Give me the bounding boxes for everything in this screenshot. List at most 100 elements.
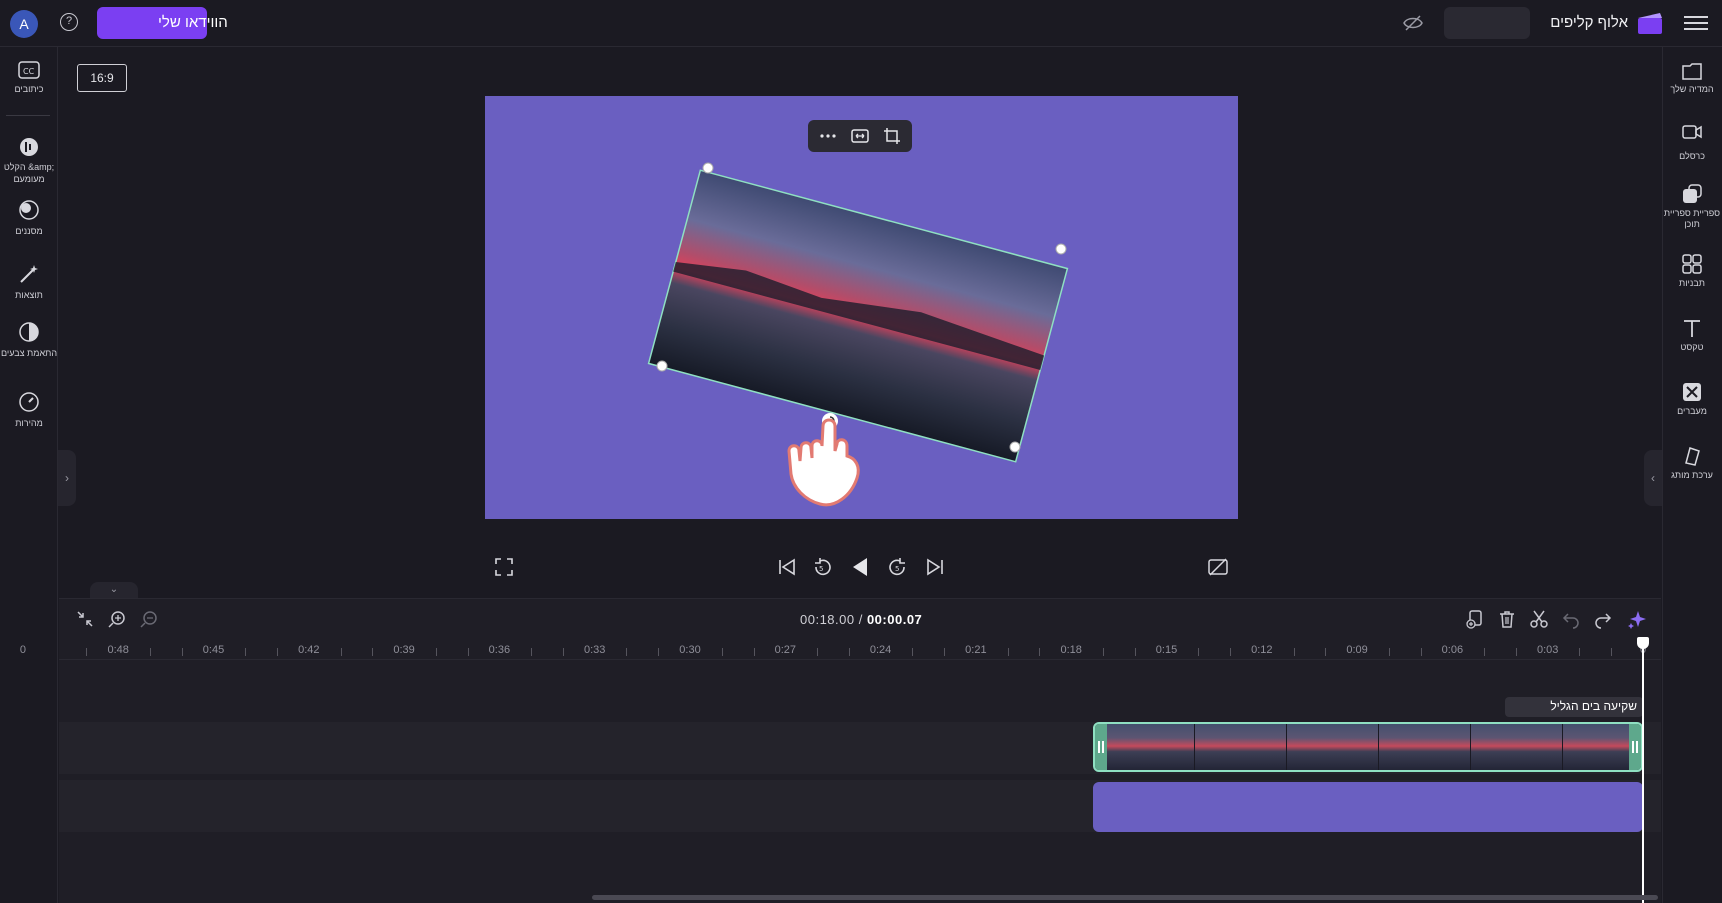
fit-timeline-icon[interactable]: [75, 609, 95, 629]
resize-handle-bottom-right[interactable]: [1009, 441, 1021, 453]
forward-5-icon[interactable]: 5: [887, 556, 909, 578]
sidebar-item-speed[interactable]: מהירות: [0, 391, 58, 429]
ruler-minor-tick: [1611, 648, 1613, 656]
more-options-icon[interactable]: [818, 126, 838, 146]
play-icon[interactable]: [849, 556, 871, 578]
fullscreen-icon[interactable]: [493, 556, 515, 578]
ruler-minor-tick: [340, 648, 342, 656]
ruler-minor-tick: [1325, 648, 1327, 656]
ruler-tick-label: 0:36: [488, 644, 511, 656]
ai-sparkle-icon[interactable]: [1627, 609, 1647, 629]
ruler-tick-label: 0:21: [965, 644, 987, 656]
playhead[interactable]: [1642, 640, 1644, 903]
top-bar: אלוף קליפים הווידאו שלי ? A: [0, 0, 1722, 47]
sidebar-item-brand-kit[interactable]: ערכת מותג: [1662, 445, 1722, 481]
ruler-tick-label: 0: [19, 644, 26, 656]
timeline-scrollbar[interactable]: [592, 895, 1658, 900]
total-duration: 00:18.00: [800, 612, 855, 627]
ruler-tick-label: 0:09: [1346, 644, 1368, 656]
sidebar-item-label: תוצאות: [15, 290, 43, 300]
video-editor: אלוף קליפים הווידאו שלי ? A CC כיתובים ה…: [0, 0, 1722, 903]
right-panel-expand-button[interactable]: ‹: [1644, 450, 1662, 506]
sidebar-item-filters[interactable]: מסננים: [0, 199, 58, 237]
add-media-icon[interactable]: [1465, 609, 1485, 629]
ruler-tick-label: 0:33: [583, 644, 606, 656]
zoom-out-icon[interactable]: [139, 609, 159, 629]
sidebar-item-text[interactable]: טקסט: [1662, 317, 1722, 353]
clip-thumbnail: [1379, 724, 1471, 770]
filters-icon: [19, 200, 39, 220]
sidebar-item-your-media[interactable]: המדיה שלך: [1662, 61, 1722, 95]
sidebar-item-label: הקלט &amp; מעומעם: [3, 162, 55, 184]
undo-icon[interactable]: [1561, 609, 1581, 629]
fit-icon[interactable]: [850, 126, 870, 146]
left-panel-expand-button[interactable]: ›: [58, 450, 76, 506]
sidebar-item-color[interactable]: התאמת צבעים: [0, 321, 58, 359]
ruler-tick-label: 0:27: [774, 644, 797, 656]
clip-trim-handle-left[interactable]: [1095, 724, 1107, 770]
ruler-minor-tick: [912, 648, 914, 656]
background-color-clip[interactable]: [1093, 782, 1643, 832]
right-sidebar: המדיה שלך כרסלם ספריית ספריית תוכן תבניו…: [1662, 47, 1722, 903]
your-media-icon: [1682, 63, 1702, 80]
sidebar-item-content-library[interactable]: ספריית ספריית תוכן: [1662, 183, 1722, 230]
ruler-tick-label: 0:24: [869, 644, 892, 656]
aspect-ratio-button[interactable]: 16:9: [77, 64, 127, 92]
ruler-minor-tick: [149, 648, 151, 656]
current-time: 00:00.07: [866, 612, 923, 627]
app-name[interactable]: אלוף קליפים: [1550, 14, 1628, 31]
resize-handle-top-right[interactable]: [1055, 243, 1067, 255]
timecode-separator: /: [854, 612, 867, 627]
svg-text:5: 5: [819, 565, 823, 573]
sidebar-item-label: כרסלם: [1679, 151, 1705, 161]
sidebar-item-effects[interactable]: תוצאות: [0, 263, 58, 301]
help-icon[interactable]: ?: [60, 13, 78, 31]
sidebar-item-record[interactable]: כרסלם: [1662, 123, 1722, 162]
color-adjust-icon: [19, 322, 39, 342]
sidebar-item-captions[interactable]: CC כיתובים: [0, 61, 58, 95]
captions-off-icon[interactable]: [1207, 556, 1229, 578]
sidebar-item-audio[interactable]: הקלט &amp; מעומעם: [0, 137, 58, 185]
hidden-eye-icon[interactable]: [1402, 12, 1424, 34]
ruler-minor-tick: [277, 648, 279, 656]
ruler-tick-label: 0:48: [107, 644, 129, 656]
selected-media-layer[interactable]: [485, 96, 1238, 519]
preview-canvas[interactable]: [485, 96, 1238, 519]
clip-trim-handle-right[interactable]: [1629, 724, 1641, 770]
resize-handle-bottom-left[interactable]: [656, 360, 668, 372]
split-icon[interactable]: [1529, 609, 1549, 629]
timeline-ruler[interactable]: 0 0:03 0:06 0:09 0:12 0:15 0:18 0:21 0:24 0:27 0:3…: [20, 640, 1661, 660]
left-sidebar: CC כיתובים הקלט &amp; מעומעם מסננים תוצא…: [0, 47, 58, 903]
clip-thumbnail: [1563, 724, 1633, 770]
timeline-collapse-button[interactable]: ⌄: [90, 582, 138, 598]
ruler-minor-tick: [1515, 648, 1517, 656]
avatar[interactable]: A: [10, 10, 38, 38]
ruler-minor-tick: [467, 648, 469, 656]
text-icon: [1684, 320, 1700, 337]
zoom-in-icon[interactable]: [107, 609, 127, 629]
sidebar-item-transitions[interactable]: מעברים: [1662, 381, 1722, 417]
skip-to-end-icon[interactable]: [924, 556, 946, 578]
playhead-handle[interactable]: [1637, 637, 1649, 649]
clip-thumbnail: [1287, 724, 1379, 770]
project-name-field[interactable]: [1444, 7, 1530, 39]
redo-icon[interactable]: [1593, 609, 1613, 629]
ruler-minor-tick: [1579, 648, 1581, 656]
ruler-tick-label: 0:30: [679, 644, 701, 656]
ruler-minor-tick: [944, 648, 946, 656]
sidebar-item-label: ספריית ספריית תוכן: [1663, 208, 1721, 229]
sidebar-item-templates[interactable]: תבניות: [1662, 253, 1722, 289]
export-button-label[interactable]: הווידאו שלי: [158, 14, 228, 31]
ruler-tick-label: 0:39: [393, 644, 415, 656]
sidebar-item-label: מעברים: [1677, 406, 1707, 416]
ruler-tick-label: 0:06: [1441, 644, 1464, 656]
crop-icon[interactable]: [882, 126, 902, 146]
clip-thumbnail: [1471, 724, 1563, 770]
video-clip[interactable]: [1093, 722, 1643, 772]
hamburger-menu-icon[interactable]: [1684, 12, 1708, 34]
ruler-minor-tick: [1230, 648, 1232, 656]
delete-icon[interactable]: [1497, 609, 1517, 629]
resize-handle-top-left[interactable]: [702, 162, 714, 174]
skip-to-start-icon[interactable]: [776, 556, 798, 578]
rewind-5-icon[interactable]: 5: [811, 556, 833, 578]
